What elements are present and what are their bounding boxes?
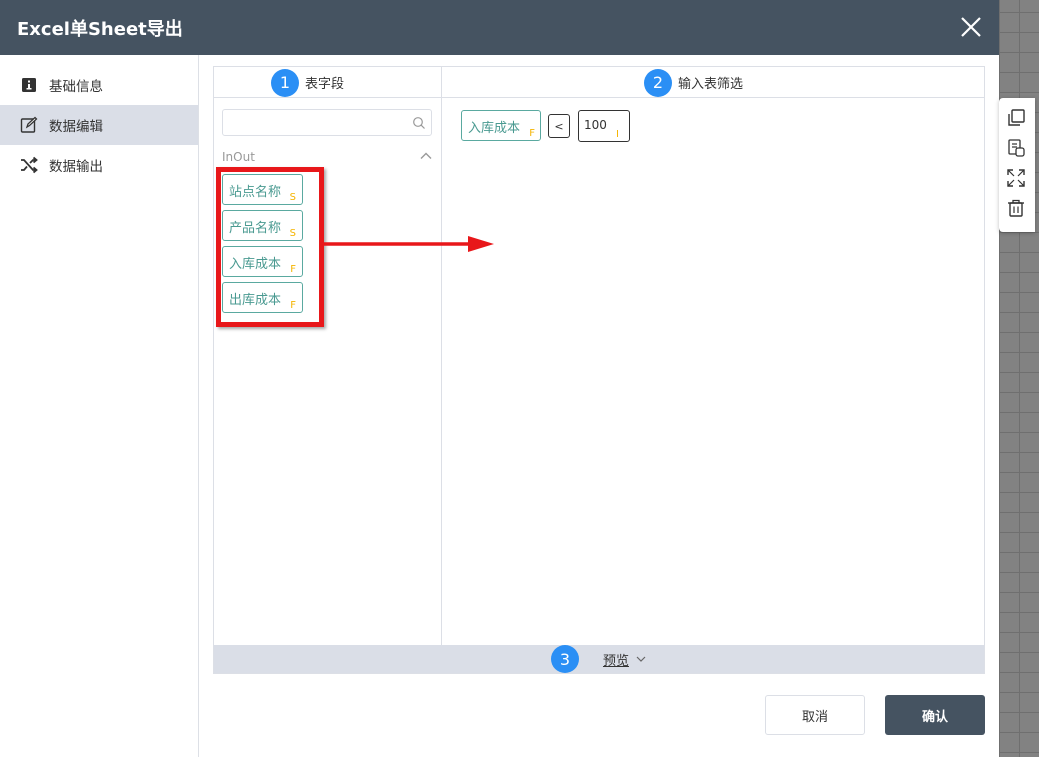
sidebar-item-data-output[interactable]: 数据输出 <box>0 145 198 185</box>
export-dialog: Excel单Sheet导出 基础信息 数据编辑 数据输出 1 表字段 2 输入表… <box>0 0 999 757</box>
confirm-button[interactable]: 确认 <box>885 695 985 735</box>
info-icon <box>20 76 38 94</box>
filter-operator[interactable]: < <box>548 114 570 138</box>
sidebar-item-data-edit[interactable]: 数据编辑 <box>0 105 198 145</box>
shuffle-icon <box>20 156 38 174</box>
chevron-up-icon[interactable] <box>419 149 433 163</box>
step-badge-1: 1 <box>271 68 299 97</box>
dialog-header: Excel单Sheet导出 <box>0 0 999 55</box>
field-search <box>222 109 432 136</box>
data-edit-panel: 1 表字段 2 输入表筛选 InOut 站点名称 S 产品名称 S 入库成本 F <box>213 66 985 674</box>
sidebar-item-label: 基础信息 <box>49 79 103 95</box>
input-filter-header: 2 输入表筛选 <box>644 67 743 98</box>
sidebar-item-label: 数据输出 <box>49 159 103 175</box>
group-label: InOut <box>222 150 255 164</box>
edit-icon <box>20 116 38 134</box>
filter-field-label: 入库成本 <box>468 121 521 136</box>
annotation-arrow <box>322 236 494 252</box>
search-icon[interactable] <box>412 116 426 130</box>
field-search-input[interactable] <box>223 110 431 135</box>
annotation-highlight-box <box>216 167 324 327</box>
trash-icon[interactable] <box>1006 198 1026 218</box>
column-divider <box>441 67 442 645</box>
table-fields-header: 1 表字段 <box>271 67 344 98</box>
dialog-title: Excel单Sheet导出 <box>17 19 183 40</box>
sidebar-item-basic-info[interactable]: 基础信息 <box>0 65 198 105</box>
step-badge-3: 3 <box>550 645 579 673</box>
chevron-down-icon[interactable] <box>635 653 647 665</box>
preview-bar[interactable]: 3 预览 <box>214 645 984 673</box>
step-badge-2: 2 <box>644 68 672 97</box>
preview-toggle[interactable]: 预览 <box>603 650 629 669</box>
filter-field-chip[interactable]: 入库成本 F <box>461 110 541 141</box>
floating-toolbar <box>999 98 1035 232</box>
panel-header-row: 1 表字段 2 输入表筛选 <box>214 67 984 98</box>
filter-value-text: 100 <box>584 118 607 132</box>
copy-icon[interactable] <box>1006 108 1026 128</box>
table-fields-title: 表字段 <box>305 77 345 92</box>
filter-value[interactable]: 100 I <box>578 110 630 142</box>
sidebar-item-label: 数据编辑 <box>49 119 103 135</box>
field-type-badge: F <box>529 128 535 139</box>
close-icon[interactable] <box>958 14 984 40</box>
input-filter-title: 输入表筛选 <box>678 77 744 92</box>
cancel-button[interactable]: 取消 <box>765 695 865 735</box>
sidebar: 基础信息 数据编辑 数据输出 <box>0 55 199 757</box>
field-type-badge: I <box>616 129 619 140</box>
paste-icon[interactable] <box>1006 138 1026 158</box>
expand-icon[interactable] <box>1006 168 1026 188</box>
